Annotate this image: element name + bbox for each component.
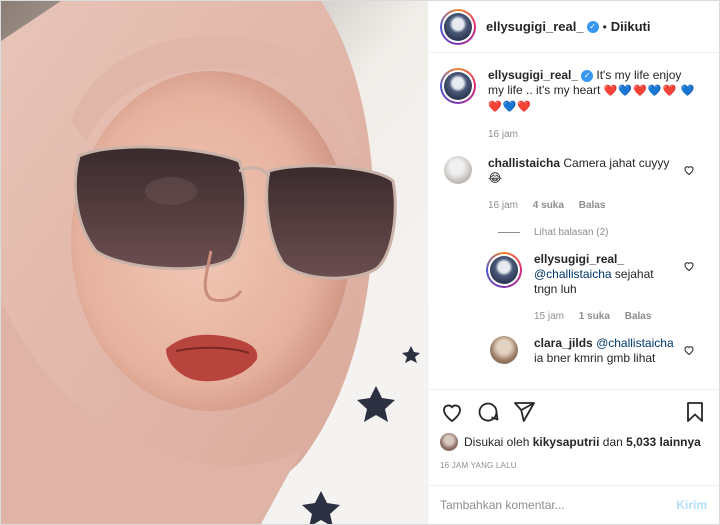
post-actions-bar (428, 389, 719, 433)
caption-username[interactable]: ellysugigi_real_ (488, 68, 578, 82)
reply-row: clara_jilds @challistaicha ia bner kmrin… (490, 336, 707, 366)
reply-mention[interactable]: @challistaicha (596, 336, 674, 350)
reply-username[interactable]: ellysugigi_real_ (534, 252, 624, 266)
follow-state-button[interactable]: Diikuti (611, 19, 651, 34)
post-timestamp: 16 JAM YANG LALU (440, 461, 517, 470)
comment-username[interactable]: challistaicha (488, 156, 560, 170)
caption-emojis: ❤️💙❤️💙❤️ (603, 85, 678, 97)
reply-button[interactable]: Balas (625, 311, 652, 322)
caption-time: 16 jam (488, 129, 519, 140)
comment-emoji: 😂 (488, 171, 503, 185)
comments-list[interactable]: ellysugigi_real_ ✓ It's my life enjoy my … (428, 54, 719, 389)
caption-avatar[interactable] (440, 68, 476, 104)
reply-mention[interactable]: @challistaicha (534, 267, 612, 281)
comment-likes[interactable]: 4 suka (533, 200, 564, 211)
likes-summary: Disukai oleh kikysaputrii dan 5,033 lain… (440, 433, 707, 451)
heart-icon[interactable] (440, 400, 464, 424)
post-header: ellysugigi_real_ ✓ • Diikuti (428, 1, 719, 53)
comment-meta: 16 jam 4 suka Balas (488, 200, 606, 211)
caption-row: ellysugigi_real_ ✓ It's my life enjoy my … (440, 68, 707, 140)
post-photo (1, 1, 427, 524)
author-avatar[interactable] (440, 8, 476, 45)
comment-icon[interactable] (476, 400, 500, 424)
reply-row: ellysugigi_real_ @challistaicha sejahat … (486, 252, 707, 322)
separator-dot: • (602, 19, 607, 34)
reply-avatar[interactable] (490, 336, 518, 364)
instagram-post-modal: ellysugigi_real_ ✓ • Diikuti ellysugigi_… (0, 0, 720, 525)
verified-badge-icon: ✓ (581, 69, 594, 82)
verified-badge-icon: ✓ (586, 20, 599, 33)
share-icon[interactable] (512, 400, 536, 424)
add-comment-bar: Kirim (428, 485, 719, 524)
post-comment-button[interactable]: Kirim (676, 498, 707, 512)
heart-icon[interactable] (683, 164, 695, 176)
bookmark-icon[interactable] (683, 400, 707, 424)
reply-text: ia bner kmrin gmb lihat (534, 351, 656, 365)
reply-button[interactable]: Balas (579, 200, 606, 211)
comment-input[interactable] (440, 498, 677, 512)
reply-meta: 15 jam 1 suka Balas (534, 311, 652, 322)
heart-icon[interactable] (683, 344, 695, 356)
comment-text: Camera jahat cuyyy (563, 156, 670, 170)
liker-username[interactable]: kikysaputrii (533, 435, 600, 449)
likes-count[interactable]: 5,033 lainnya (626, 435, 701, 449)
author-username[interactable]: ellysugigi_real_ (486, 19, 584, 34)
comment-avatar[interactable] (444, 156, 472, 184)
reply-avatar[interactable] (486, 252, 522, 288)
post-side-panel: ellysugigi_real_ ✓ • Diikuti ellysugigi_… (427, 1, 719, 524)
comment-row: challistaicha Camera jahat cuyyy 😂 16 ja… (440, 156, 707, 211)
liker-avatar[interactable] (440, 433, 458, 451)
reply-username[interactable]: clara_jilds (534, 336, 593, 350)
view-replies-button[interactable]: Lihat balasan (2) (498, 227, 707, 238)
reply-likes[interactable]: 1 suka (579, 311, 610, 322)
heart-icon[interactable] (683, 260, 695, 272)
